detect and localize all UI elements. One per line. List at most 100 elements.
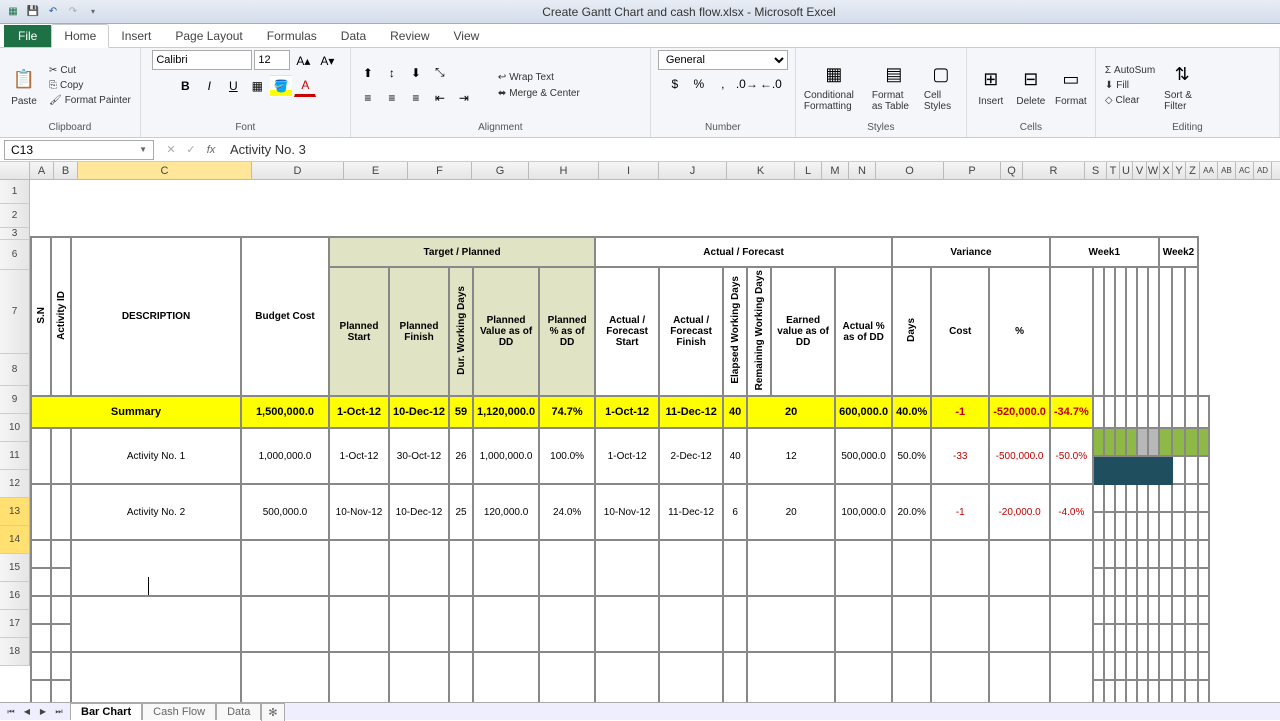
col-N[interactable]: N: [849, 162, 876, 179]
row-15[interactable]: 15: [0, 554, 30, 582]
next-sheet-icon[interactable]: ▶: [36, 705, 50, 719]
fill-button[interactable]: ⬇Fill: [1102, 79, 1158, 92]
tab-formulas[interactable]: Formulas: [255, 25, 329, 47]
orientation-icon[interactable]: ⤡: [429, 62, 451, 84]
col-F[interactable]: F: [408, 162, 472, 179]
row-14[interactable]: 14: [0, 526, 30, 554]
col-P[interactable]: P: [944, 162, 1001, 179]
col-Z[interactable]: Z: [1186, 162, 1200, 179]
delete-button[interactable]: ⊟Delete: [1013, 62, 1049, 109]
insert-button[interactable]: ⊞Insert: [973, 62, 1009, 109]
increase-indent-icon[interactable]: ⇥: [453, 87, 475, 109]
cancel-edit-icon[interactable]: ✕: [162, 141, 180, 159]
last-sheet-icon[interactable]: ⏭: [52, 705, 66, 719]
row-2[interactable]: 2: [0, 204, 30, 228]
tab-page-layout[interactable]: Page Layout: [163, 25, 254, 47]
col-B[interactable]: B: [54, 162, 78, 179]
clear-button[interactable]: ◇Clear: [1102, 94, 1158, 107]
col-L[interactable]: L: [795, 162, 822, 179]
align-center-icon[interactable]: ≡: [381, 87, 403, 109]
row-17[interactable]: 17: [0, 610, 30, 638]
align-bottom-icon[interactable]: ⬇: [405, 62, 427, 84]
col-Q[interactable]: Q: [1001, 162, 1023, 179]
first-sheet-icon[interactable]: ⏮: [4, 705, 18, 719]
cell-styles-button[interactable]: ▢Cell Styles: [922, 56, 960, 114]
tab-view[interactable]: View: [442, 25, 492, 47]
align-left-icon[interactable]: ≡: [357, 87, 379, 109]
decrease-indent-icon[interactable]: ⇤: [429, 87, 451, 109]
row-9[interactable]: 9: [0, 386, 30, 414]
row-6[interactable]: 6: [0, 240, 30, 270]
col-AC[interactable]: AC: [1236, 162, 1254, 179]
format-button[interactable]: ▭Format: [1053, 62, 1089, 109]
col-AB[interactable]: AB: [1218, 162, 1236, 179]
underline-button[interactable]: U: [222, 75, 244, 97]
copy-button[interactable]: ⎘Copy: [46, 79, 134, 92]
format-painter-button[interactable]: 🖌Format Painter: [46, 94, 134, 107]
percent-icon[interactable]: %: [688, 73, 710, 95]
chevron-down-icon[interactable]: ▼: [139, 145, 147, 154]
currency-icon[interactable]: $: [664, 73, 686, 95]
tab-home[interactable]: Home: [51, 24, 109, 48]
row-18[interactable]: 18: [0, 638, 30, 666]
col-AD[interactable]: AD: [1254, 162, 1272, 179]
tab-data[interactable]: Data: [329, 25, 378, 47]
sheet-tab-bar-chart[interactable]: Bar Chart: [70, 703, 142, 720]
increase-decimal-icon[interactable]: .0→: [736, 73, 758, 95]
row-1[interactable]: 1: [0, 180, 30, 204]
conditional-formatting-button[interactable]: ▦Conditional Formatting: [802, 56, 866, 114]
align-top-icon[interactable]: ⬆: [357, 62, 379, 84]
row-8[interactable]: 8: [0, 354, 30, 386]
col-R[interactable]: R: [1023, 162, 1085, 179]
undo-icon[interactable]: ↶: [44, 3, 62, 21]
col-AA[interactable]: AA: [1200, 162, 1218, 179]
col-J[interactable]: J: [659, 162, 727, 179]
cut-button[interactable]: ✂Cut: [46, 64, 134, 77]
qa-more-icon[interactable]: ▾: [84, 3, 102, 21]
decrease-decimal-icon[interactable]: ←.0: [760, 73, 782, 95]
select-all-corner[interactable]: [0, 162, 30, 179]
col-H[interactable]: H: [529, 162, 599, 179]
border-button[interactable]: ▦: [246, 75, 268, 97]
comma-icon[interactable]: ,: [712, 73, 734, 95]
col-K[interactable]: K: [727, 162, 795, 179]
align-right-icon[interactable]: ≡: [405, 87, 427, 109]
row-11[interactable]: 11: [0, 442, 30, 470]
sheet-tab-cash-flow[interactable]: Cash Flow: [142, 703, 216, 720]
format-as-table-button[interactable]: ▤Format as Table: [870, 56, 918, 114]
tab-review[interactable]: Review: [378, 25, 441, 47]
fill-color-button[interactable]: 🪣: [270, 75, 292, 97]
number-format-select[interactable]: General: [658, 50, 788, 70]
col-I[interactable]: I: [599, 162, 659, 179]
row-7[interactable]: 7: [0, 270, 30, 354]
col-M[interactable]: M: [822, 162, 849, 179]
bold-button[interactable]: B: [174, 75, 196, 97]
row-3[interactable]: 3: [0, 228, 30, 240]
prev-sheet-icon[interactable]: ◀: [20, 705, 34, 719]
font-size-select[interactable]: [254, 50, 290, 70]
wrap-text-button[interactable]: ↩Wrap Text: [495, 71, 583, 84]
col-E[interactable]: E: [344, 162, 408, 179]
col-S[interactable]: S: [1085, 162, 1107, 179]
col-O[interactable]: O: [876, 162, 944, 179]
redo-icon[interactable]: ↷: [64, 3, 82, 21]
col-W[interactable]: W: [1147, 162, 1160, 179]
autosum-button[interactable]: ΣAutoSum: [1102, 64, 1158, 77]
confirm-edit-icon[interactable]: ✓: [182, 141, 200, 159]
col-X[interactable]: X: [1160, 162, 1173, 179]
col-T[interactable]: T: [1107, 162, 1120, 179]
name-box[interactable]: C13 ▼: [4, 140, 154, 160]
tab-insert[interactable]: Insert: [109, 25, 163, 47]
col-U[interactable]: U: [1120, 162, 1133, 179]
formula-input[interactable]: Activity No. 3: [224, 142, 1280, 157]
col-V[interactable]: V: [1133, 162, 1147, 179]
font-name-select[interactable]: [152, 50, 252, 70]
row-12[interactable]: 12: [0, 470, 30, 498]
save-icon[interactable]: 💾: [24, 3, 42, 21]
row-16[interactable]: 16: [0, 582, 30, 610]
fx-icon[interactable]: fx: [202, 141, 220, 159]
increase-font-icon[interactable]: A▴: [292, 50, 314, 72]
data-grid[interactable]: S.N Activity ID DESCRIPTION Budget Cost …: [30, 180, 1280, 666]
align-middle-icon[interactable]: ↕: [381, 62, 403, 84]
new-sheet-button[interactable]: ✻: [261, 703, 284, 721]
